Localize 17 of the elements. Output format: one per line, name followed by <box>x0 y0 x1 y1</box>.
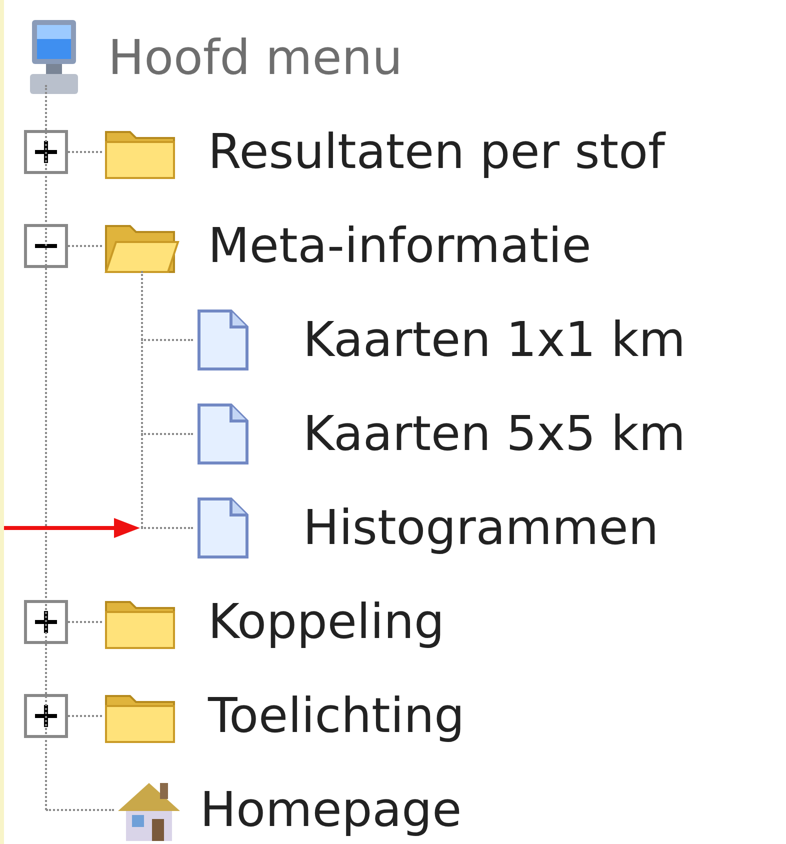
tree-item-label[interactable]: Meta-informatie <box>208 210 592 282</box>
plus-icon <box>33 703 59 729</box>
tree-item-label[interactable]: Homepage <box>200 774 462 844</box>
tree-item-label[interactable]: Hoofd menu <box>108 22 403 94</box>
expander-toggle[interactable] <box>24 224 68 268</box>
tree-item-label[interactable]: Kaarten 5x5 km <box>303 398 686 470</box>
tree-item-label[interactable]: Koppeling <box>208 586 444 658</box>
plus-icon <box>33 609 59 635</box>
tree-item-label[interactable]: Resultaten per stof <box>208 116 665 188</box>
expander-toggle[interactable] <box>24 130 68 174</box>
tree-item-label[interactable]: Histogrammen <box>303 492 659 564</box>
tree-item-label[interactable]: Toelichting <box>208 680 465 752</box>
expander-toggle[interactable] <box>24 600 68 644</box>
expander-toggle[interactable] <box>24 694 68 738</box>
plus-icon <box>33 139 59 165</box>
minus-icon <box>35 244 57 248</box>
tree-item-label[interactable]: Kaarten 1x1 km <box>303 304 686 376</box>
